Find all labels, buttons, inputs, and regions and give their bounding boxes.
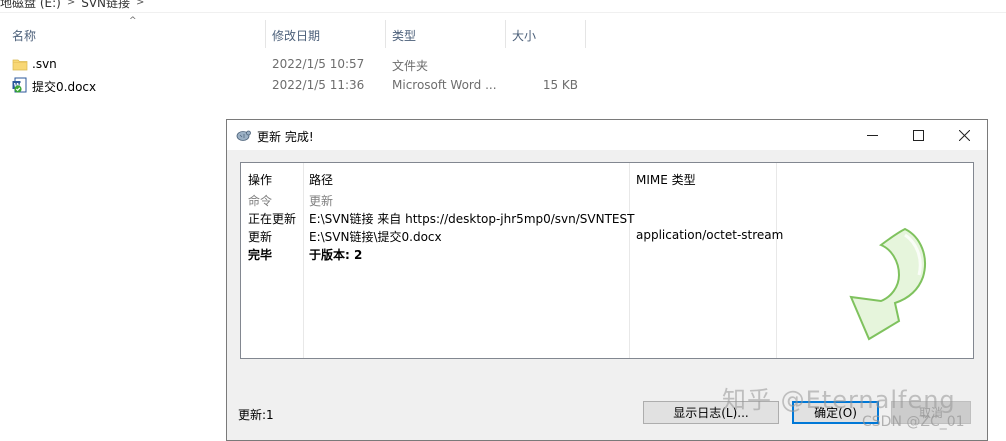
minimize-icon [866,134,878,136]
row-path: 于版本: 2 [309,248,363,262]
minimize-button[interactable] [849,120,895,150]
row-path: 更新 [309,194,334,208]
status-count: 更新:1 [238,408,274,422]
dialog-titlebar[interactable]: 更新 完成! [227,120,987,150]
update-arrow-icon [849,227,926,341]
column-header-action[interactable]: 操作 [248,171,272,188]
close-icon [958,129,970,141]
file-type: 文件夹 [392,59,429,73]
tortoise-icon [236,130,251,141]
zhihu-watermark: 知乎 @Eternalfeng [722,386,956,414]
chevron-right-icon[interactable]: > [136,0,144,8]
row-path: E:\SVN链接 来自 https://desktop-jhr5mp0/svn/… [309,212,635,226]
column-header-size[interactable]: 大小 [512,27,536,44]
file-size: 15 KB [542,78,578,92]
csdn-watermark: CSDN @ZC_01 [862,414,965,430]
column-divider[interactable] [585,20,586,48]
divider [0,12,1006,13]
column-header-mime[interactable]: MIME 类型 [636,171,696,188]
chevron-right-icon[interactable]: > [67,0,75,8]
column-divider[interactable] [265,20,266,48]
column-divider[interactable] [629,163,630,358]
row-action: 完毕 [248,248,273,262]
file-name: .svn [32,57,57,71]
dialog-title: 更新 完成! [257,130,314,144]
close-button[interactable] [941,120,987,150]
maximize-button[interactable] [895,120,941,150]
row-path: E:\SVN链接\提交0.docx [309,230,442,244]
file-name: 提交0.docx [32,80,97,94]
column-header-path[interactable]: 路径 [309,171,333,188]
file-type: Microsoft Word ... [392,78,497,92]
svn-docx-icon: W [12,77,27,93]
file-date: 2022/1/5 11:36 [272,78,365,92]
column-divider[interactable] [385,20,386,48]
column-divider[interactable] [303,163,304,358]
file-row[interactable]: W 提交0.docx 2022/1/5 11:36 Microsoft Word… [0,75,600,95]
column-header-date[interactable]: 修改日期 [272,27,320,44]
breadcrumb-drive[interactable]: 地磁盘 (E:) [0,0,61,11]
row-action: 正在更新 [248,212,297,226]
breadcrumb-folder[interactable]: SVN链接 [81,0,130,11]
sort-ascending-icon: ^ [129,16,137,26]
column-divider[interactable] [776,163,777,358]
column-header-type[interactable]: 类型 [392,27,416,44]
folder-icon [12,59,28,71]
update-results-list[interactable]: 操作 路径 MIME 类型 命令 更新 正在更新 E:\SVN链接 来自 htt… [240,162,974,359]
row-action: 命令 [248,194,273,208]
maximize-icon [912,129,924,141]
file-date: 2022/1/5 10:57 [272,57,365,71]
breadcrumb: 地磁盘 (E:) > SVN链接 > [0,0,144,10]
column-divider[interactable] [505,20,506,48]
row-mime: application/octet-stream [636,228,784,242]
file-row[interactable]: .svn 2022/1/5 10:57 文件夹 [0,54,600,74]
row-action: 更新 [248,230,273,244]
column-header-name[interactable]: 名称 [12,27,36,44]
